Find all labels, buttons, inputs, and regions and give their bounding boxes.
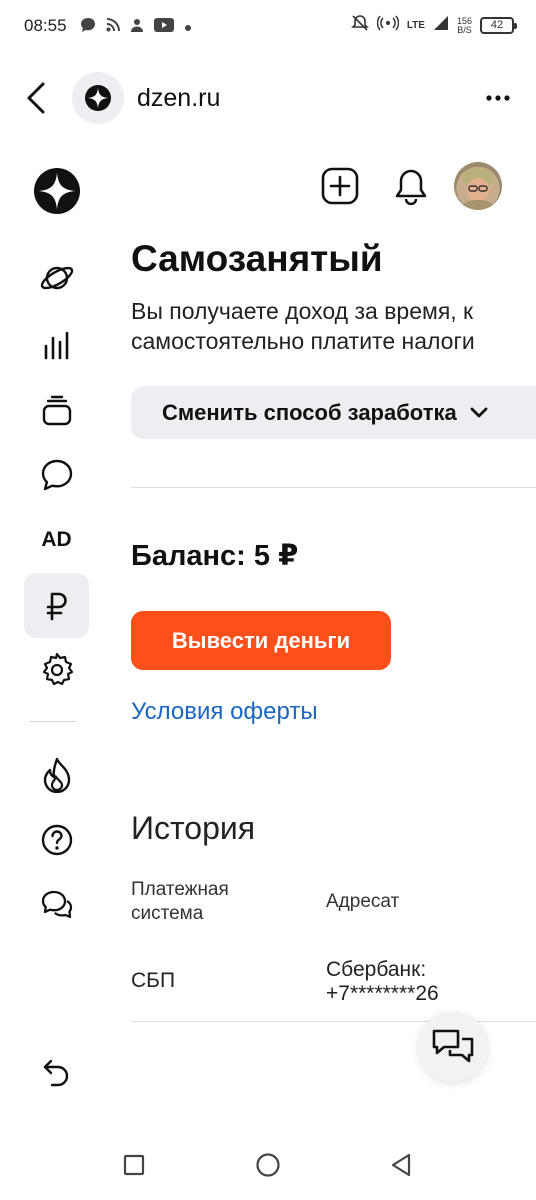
system-icons: LTE 156 B/S 42 — [350, 14, 517, 37]
notification-icons — [80, 17, 192, 38]
sidebar-divider — [30, 721, 77, 722]
planet-icon — [40, 266, 73, 289]
history-title: История — [131, 810, 256, 846]
section-divider — [131, 487, 536, 488]
page-description: Вы получаете доход за время, к самостоят… — [131, 298, 475, 354]
back-button[interactable] — [18, 74, 54, 122]
sidebar-item-support-chat[interactable] — [24, 872, 89, 937]
notifications-button[interactable] — [389, 164, 433, 208]
site-info-button[interactable] — [72, 72, 124, 124]
more-dots-icon — [486, 95, 510, 101]
circle-icon — [256, 1153, 280, 1177]
bell-icon — [395, 169, 427, 205]
back-nav-button[interactable] — [386, 1150, 416, 1180]
person-icon — [130, 18, 144, 37]
url-text[interactable]: dzen.ru — [137, 84, 220, 113]
sidebar-item-settings[interactable] — [24, 637, 89, 702]
browser-bar: dzen.ru — [0, 60, 536, 136]
fire-icon — [43, 757, 70, 793]
history-cell-system: СБП — [131, 969, 176, 992]
change-earning-mode-button[interactable]: Сменить способ заработка — [131, 386, 536, 439]
page-title: Самозанятый — [131, 238, 383, 279]
hotspot-icon — [376, 15, 400, 36]
history-header-recipient: Адресат — [326, 891, 400, 912]
chat-bubbles-icon — [432, 1029, 474, 1063]
ruble-icon — [46, 592, 67, 620]
sidebar-item-subscriptions[interactable] — [24, 245, 89, 310]
undo-icon — [43, 1059, 68, 1086]
stack-icon — [42, 395, 71, 425]
comment-icon — [41, 459, 72, 490]
help-icon — [41, 824, 72, 855]
signal-icon — [433, 15, 449, 36]
sidebar-item-trends[interactable] — [24, 742, 89, 807]
home-button[interactable] — [253, 1150, 283, 1180]
history-header-payment-system: Платежная система — [131, 879, 229, 924]
sidebar-item-back[interactable] — [24, 1040, 89, 1105]
avatar[interactable] — [454, 162, 502, 210]
sidebar-item-help[interactable] — [24, 807, 89, 872]
battery-indicator: 42 — [480, 17, 517, 34]
triangle-back-icon — [391, 1153, 411, 1177]
more-options-button[interactable] — [478, 78, 518, 118]
rss-icon — [106, 18, 120, 37]
create-button[interactable] — [318, 164, 362, 208]
history-cell-recipient: Сбербанк: +7********26 — [326, 958, 439, 1005]
withdraw-button[interactable]: Вывести деньги — [131, 611, 391, 670]
chevron-left-icon — [27, 82, 45, 114]
sidebar-item-ads[interactable]: AD — [24, 507, 89, 572]
youtube-icon — [154, 18, 174, 37]
status-time: 08:55 — [24, 16, 67, 35]
dot-icon — [184, 19, 192, 37]
stats-icon — [44, 331, 68, 359]
sidebar-item-statistics[interactable] — [24, 312, 89, 377]
change-earning-mode-label: Сменить способ заработка — [162, 399, 457, 425]
chevron-down-icon — [469, 406, 489, 420]
ads-label: AD — [41, 527, 72, 551]
dzen-logo-icon — [85, 85, 111, 111]
offer-terms-link[interactable]: Условия оферты — [131, 698, 318, 726]
sidebar-item-monetization[interactable] — [24, 573, 89, 638]
sidebar-item-comments[interactable] — [24, 442, 89, 507]
status-bar: 08:55 LTE 156 B/S 42 — [0, 0, 536, 54]
square-icon — [123, 1154, 145, 1176]
chat-icon — [41, 890, 72, 918]
user-photo-icon — [460, 168, 496, 210]
sidebar-item-publications[interactable] — [24, 378, 89, 443]
network-label: LTE — [406, 19, 425, 31]
message-icon — [80, 17, 96, 38]
bell-off-icon — [350, 14, 369, 37]
recents-button[interactable] — [119, 1150, 149, 1180]
dzen-logo-icon — [33, 167, 80, 214]
gear-icon — [42, 652, 73, 685]
plus-square-icon — [321, 167, 359, 205]
system-nav-bar — [0, 1130, 536, 1200]
network-speed: 156 B/S — [456, 15, 472, 35]
balance-text: Баланс: 5 ₽ — [131, 540, 299, 572]
sidebar-item-home[interactable] — [24, 158, 89, 223]
support-chat-button[interactable] — [418, 1012, 488, 1082]
